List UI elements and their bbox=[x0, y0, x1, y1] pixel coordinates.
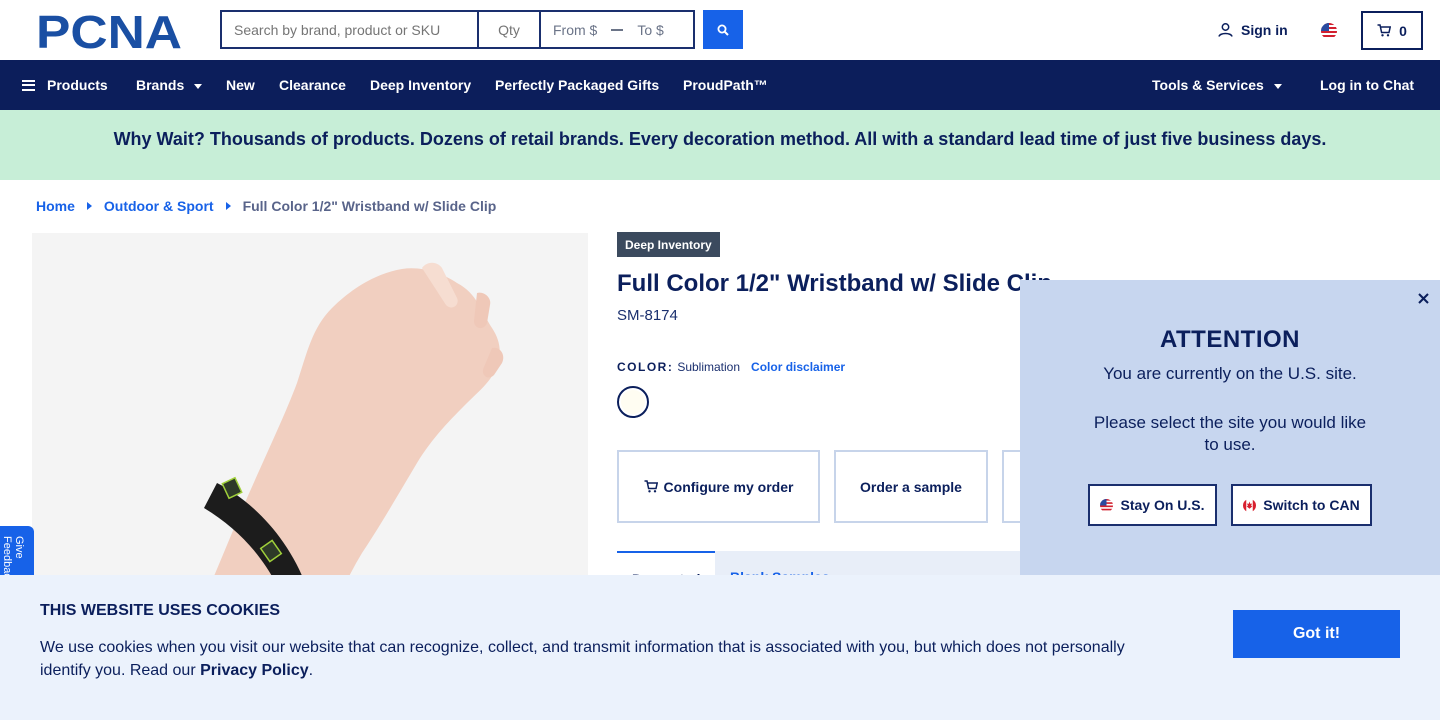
canada-flag-icon bbox=[1243, 498, 1257, 512]
nav-proudpath[interactable]: ProudPath™ bbox=[683, 60, 768, 110]
chevron-down-icon bbox=[194, 83, 203, 89]
price-from-field[interactable]: From $ bbox=[553, 22, 597, 38]
pcna-logo[interactable]: PCNA bbox=[36, 11, 186, 51]
color-row: COLOR: Sublimation Color disclaimer bbox=[617, 360, 845, 374]
chevron-down-icon bbox=[1273, 83, 1282, 89]
cookie-text-end: . bbox=[308, 662, 314, 679]
nav-products-label: Products bbox=[47, 77, 108, 93]
nav-tools-services[interactable]: Tools & Services bbox=[1152, 60, 1282, 110]
cart-count: 0 bbox=[1399, 22, 1407, 39]
nav-clearance[interactable]: Clearance bbox=[279, 60, 346, 110]
us-flag-icon[interactable] bbox=[1321, 23, 1337, 39]
search-bar: From $ To $ bbox=[220, 10, 695, 49]
nav-log-in-to-chat[interactable]: Log in to Chat bbox=[1320, 60, 1414, 110]
user-icon bbox=[1218, 23, 1233, 37]
color-swatch-sublimation[interactable] bbox=[617, 386, 649, 418]
nav-brands[interactable]: Brands bbox=[136, 60, 203, 110]
us-flag-icon bbox=[1100, 498, 1114, 512]
main-nav: Products Brands New Clearance Deep Inven… bbox=[0, 60, 1440, 110]
nav-products[interactable]: Products bbox=[22, 60, 108, 110]
breadcrumb-current: Full Color 1/2" Wristband w/ Slide Clip bbox=[242, 198, 497, 214]
breadcrumb-category[interactable]: Outdoor & Sport bbox=[104, 198, 214, 214]
switch-can-button[interactable]: Switch to CAN bbox=[1231, 484, 1372, 526]
price-range[interactable]: From $ To $ bbox=[540, 10, 695, 49]
color-label: COLOR: bbox=[617, 360, 674, 374]
nav-tools-label: Tools & Services bbox=[1152, 77, 1264, 93]
close-popup-button[interactable] bbox=[1413, 288, 1433, 308]
search-input[interactable] bbox=[220, 10, 478, 49]
color-disclaimer-link[interactable]: Color disclaimer bbox=[751, 360, 845, 374]
configure-order-button[interactable]: Configure my order bbox=[617, 450, 820, 523]
svg-text:PCNA: PCNA bbox=[36, 11, 182, 51]
nav-deep-inventory[interactable]: Deep Inventory bbox=[370, 60, 471, 110]
search-icon bbox=[717, 24, 729, 36]
switch-can-label: Switch to CAN bbox=[1263, 497, 1360, 513]
stay-us-label: Stay On U.S. bbox=[1120, 497, 1205, 513]
qty-input[interactable] bbox=[478, 10, 540, 49]
menu-icon bbox=[22, 79, 35, 91]
nav-brands-label: Brands bbox=[136, 77, 185, 93]
accept-cookies-button[interactable]: Got it! bbox=[1233, 610, 1400, 658]
badge-label: Deep Inventory bbox=[625, 237, 712, 252]
popup-instruction: Please select the site you would like to… bbox=[1093, 413, 1367, 454]
breadcrumb: Home Outdoor & Sport Full Color 1/2" Wri… bbox=[36, 198, 496, 214]
order-sample-button[interactable]: Order a sample bbox=[834, 450, 988, 523]
promo-text: Why Wait? Thousands of products. Dozens … bbox=[113, 129, 1327, 149]
range-dash bbox=[611, 28, 624, 31]
nav-new[interactable]: New bbox=[226, 60, 255, 110]
chevron-right-icon bbox=[86, 202, 92, 210]
cart-button[interactable]: 0 bbox=[1361, 11, 1423, 50]
order-sample-label: Order a sample bbox=[860, 478, 962, 495]
product-sku: SM-8174 bbox=[617, 307, 678, 324]
search-button[interactable] bbox=[703, 10, 743, 49]
nav-perfectly-packaged-gifts[interactable]: Perfectly Packaged Gifts bbox=[495, 60, 659, 110]
chevron-right-icon bbox=[225, 202, 231, 210]
configure-order-label: Configure my order bbox=[663, 478, 794, 495]
sign-in-link[interactable]: Sign in bbox=[1218, 22, 1288, 38]
top-header: PCNA From $ To $ Sign in bbox=[0, 0, 1440, 60]
popup-current-site: You are currently on the U.S. site. bbox=[1103, 364, 1357, 383]
cookie-title: THIS WEBSITE USES COOKIES bbox=[40, 602, 281, 619]
cart-icon bbox=[644, 480, 658, 493]
color-value: Sublimation bbox=[677, 360, 741, 374]
price-to-field[interactable]: To $ bbox=[637, 22, 663, 38]
product-title: Full Color 1/2" Wristband w/ Slide Clip bbox=[617, 270, 1052, 297]
cookie-message: We use cookies when you visit our websit… bbox=[40, 636, 1150, 682]
privacy-policy-link[interactable]: Privacy Policy bbox=[200, 662, 309, 679]
deep-inventory-badge: Deep Inventory bbox=[617, 232, 720, 257]
promo-banner: Why Wait? Thousands of products. Dozens … bbox=[0, 110, 1440, 180]
close-icon bbox=[1417, 292, 1429, 304]
breadcrumb-home[interactable]: Home bbox=[36, 198, 75, 214]
popup-title: ATTENTION bbox=[1159, 326, 1301, 353]
cart-icon bbox=[1377, 24, 1392, 37]
stay-us-button[interactable]: Stay On U.S. bbox=[1088, 484, 1217, 526]
sign-in-label: Sign in bbox=[1241, 22, 1288, 38]
